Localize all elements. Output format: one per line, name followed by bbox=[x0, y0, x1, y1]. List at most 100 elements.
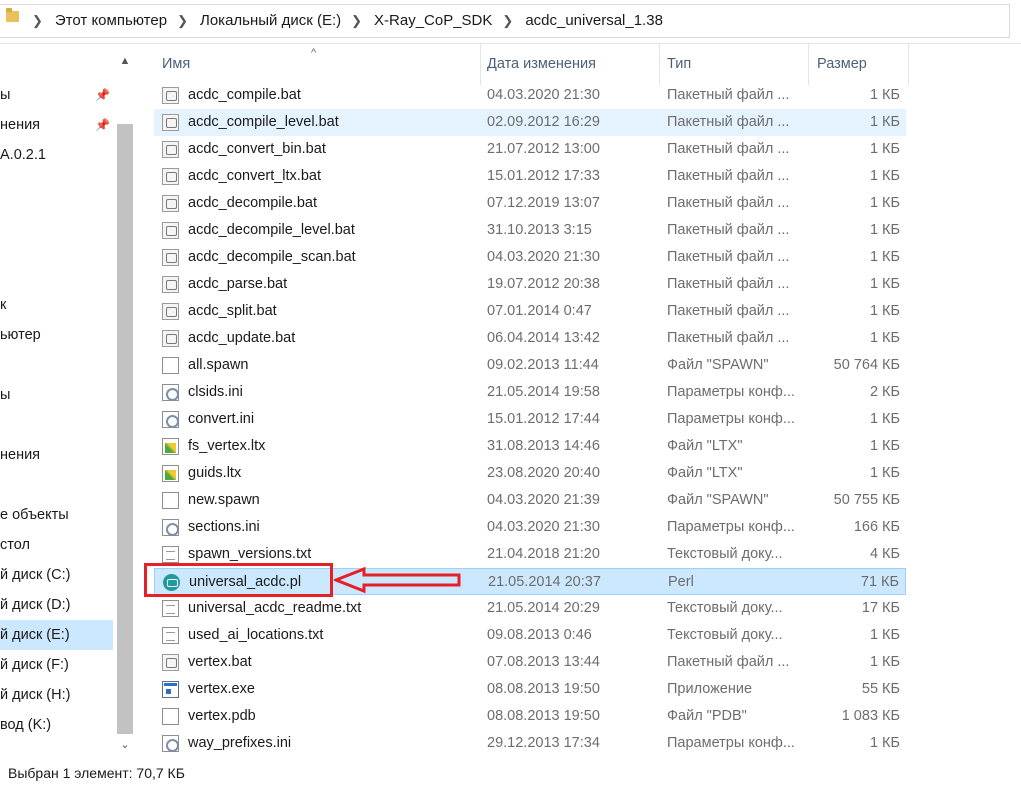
file-type: Пакетный файл ... bbox=[667, 168, 790, 184]
txt-file-icon bbox=[162, 546, 179, 563]
file-date: 02.09.2012 16:29 bbox=[487, 114, 600, 130]
nav-item[interactable]: й диск (C:) bbox=[0, 560, 113, 590]
file-date: 31.10.2013 3:15 bbox=[487, 222, 592, 238]
file-row[interactable]: way_prefixes.ini 29.12.2013 17:34 Параметр… bbox=[154, 730, 906, 757]
scrollbar-thumb[interactable] bbox=[117, 124, 133, 734]
pin-icon[interactable]: 📌 bbox=[95, 88, 110, 102]
file-name: acdc_update.bat bbox=[188, 330, 296, 346]
file-type: Пакетный файл ... bbox=[667, 141, 790, 157]
column-header-name[interactable]: Имя bbox=[154, 44, 481, 85]
file-date: 07.08.2013 13:44 bbox=[487, 654, 600, 670]
navigation-pane: ы 📌 нения 📌 A.0.2.1 к ьютер ы нения е объекты стол… bbox=[0, 44, 138, 760]
file-name: way_prefixes.ini bbox=[188, 735, 292, 751]
nav-item[interactable] bbox=[0, 200, 113, 230]
file-size: 1 КБ bbox=[869, 627, 900, 643]
file-name: acdc_split.bat bbox=[188, 303, 277, 319]
file-size: 1 КБ bbox=[869, 114, 900, 130]
file-name: convert.ini bbox=[188, 411, 255, 427]
breadcrumb-item[interactable]: Этот компьютер bbox=[55, 12, 167, 29]
bat-file-icon bbox=[162, 141, 179, 158]
file-size: 50 764 КБ bbox=[833, 357, 900, 373]
file-row[interactable]: universal_acdc_readme.txt 21.05.2014 20:2… bbox=[154, 595, 906, 622]
file-type: Пакетный файл ... bbox=[667, 114, 790, 130]
ini-file-icon bbox=[162, 384, 179, 401]
nav-item[interactable] bbox=[0, 410, 113, 440]
file-name: clsids.ini bbox=[188, 384, 243, 400]
nav-item[interactable]: ьютер bbox=[0, 320, 113, 350]
file-row[interactable]: guids.ltx 23.08.2020 20:40 Файл "LTX" 1 КБ bbox=[154, 460, 906, 487]
breadcrumb[interactable]: ❯ Этот компьютер ❯ Локальный диск (E:) ❯… bbox=[22, 12, 663, 29]
nav-item[interactable]: й диск (D:) bbox=[0, 590, 113, 620]
file-row[interactable]: acdc_update.bat 06.04.2014 13:42 Пакетный … bbox=[154, 325, 906, 352]
file-row[interactable]: acdc_convert_ltx.bat 15.01.2012 17:33 Паке… bbox=[154, 163, 906, 190]
file-row[interactable]: acdc_decompile_level.bat 31.10.2013 3:15 П… bbox=[154, 217, 906, 244]
nav-item[interactable]: й диск (F:) bbox=[0, 650, 113, 680]
ltx-file-icon bbox=[162, 465, 179, 482]
nav-item[interactable]: й диск (H:) bbox=[0, 680, 113, 710]
file-date: 31.08.2013 14:46 bbox=[487, 438, 600, 454]
file-name: acdc_convert_bin.bat bbox=[188, 141, 326, 157]
file-row[interactable]: sections.ini 04.03.2020 21:30 Параметры ко… bbox=[154, 514, 906, 541]
file-size: 1 КБ bbox=[869, 249, 900, 265]
file-type: Текстовый доку... bbox=[667, 600, 783, 616]
address-bar[interactable]: ❯ Этот компьютер ❯ Локальный диск (E:) ❯… bbox=[0, 0, 1021, 44]
file-date: 21.05.2014 19:58 bbox=[487, 384, 600, 400]
nav-scrollbar[interactable]: ▲ ⌄ bbox=[114, 44, 136, 760]
scroll-down-icon[interactable]: ⌄ bbox=[118, 738, 132, 752]
nav-item[interactable] bbox=[0, 350, 113, 380]
file-row[interactable]: acdc_decompile_scan.bat 04.03.2020 21:30 П… bbox=[154, 244, 906, 271]
chevron-right-icon[interactable]: ❯ bbox=[502, 13, 513, 29]
breadcrumb-item[interactable]: Локальный диск (E:) bbox=[200, 12, 341, 29]
file-row[interactable]: acdc_split.bat 07.01.2014 0:47 Пакетный фа… bbox=[154, 298, 906, 325]
file-name: vertex.exe bbox=[188, 681, 255, 697]
bat-file-icon bbox=[162, 222, 179, 239]
column-header-type[interactable]: Тип bbox=[659, 44, 809, 85]
nav-item[interactable]: нения bbox=[0, 440, 113, 470]
file-name: new.spawn bbox=[188, 492, 260, 508]
nav-item[interactable] bbox=[0, 230, 113, 260]
file-row[interactable]: vertex.exe 08.08.2013 19:50 Приложение 55 К… bbox=[154, 676, 906, 703]
chevron-right-icon[interactable]: ❯ bbox=[177, 13, 188, 29]
file-date: 09.02.2013 11:44 bbox=[487, 357, 599, 373]
ini-file-icon bbox=[162, 519, 179, 536]
file-row[interactable]: acdc_convert_bin.bat 21.07.2012 13:00 Паке… bbox=[154, 136, 906, 163]
column-headers: Имя Дата изменения Тип Размер bbox=[154, 44, 914, 85]
column-header-size[interactable]: Размер bbox=[809, 44, 909, 85]
file-type: Пакетный файл ... bbox=[667, 303, 790, 319]
column-header-date[interactable]: Дата изменения bbox=[479, 44, 660, 85]
scroll-up-icon[interactable]: ▲ bbox=[118, 54, 132, 68]
nav-item[interactable]: е объекты bbox=[0, 500, 113, 530]
chevron-right-icon[interactable]: ❯ bbox=[351, 13, 362, 29]
nav-item[interactable]: й диск (E:) bbox=[0, 620, 113, 650]
nav-item[interactable]: ы bbox=[0, 380, 113, 410]
file-row[interactable]: used_ai_locations.txt 09.08.2013 0:46 Текс… bbox=[154, 622, 906, 649]
highlight-box bbox=[144, 563, 333, 597]
breadcrumb-item[interactable]: X-Ray_CoP_SDK bbox=[374, 12, 492, 29]
file-row[interactable]: all.spawn 09.02.2013 11:44 Файл "SPAWN" 50 … bbox=[154, 352, 906, 379]
nav-item[interactable]: стол bbox=[0, 530, 113, 560]
file-row[interactable]: acdc_decompile.bat 07.12.2019 13:07 Пакетн… bbox=[154, 190, 906, 217]
file-name: acdc_decompile.bat bbox=[188, 195, 317, 211]
breadcrumb-item[interactable]: acdc_universal_1.38 bbox=[525, 12, 663, 29]
file-size: 1 КБ bbox=[869, 465, 900, 481]
nav-item[interactable]: к bbox=[0, 290, 113, 320]
file-name: vertex.pdb bbox=[188, 708, 256, 724]
file-row[interactable]: fs_vertex.ltx 31.08.2013 14:46 Файл "LTX" 1… bbox=[154, 433, 906, 460]
chevron-right-icon[interactable]: ❯ bbox=[32, 13, 43, 29]
file-type: Параметры конф... bbox=[667, 384, 795, 400]
nav-item[interactable] bbox=[0, 470, 113, 500]
file-row[interactable]: clsids.ini 21.05.2014 19:58 Параметры конф… bbox=[154, 379, 906, 406]
pin-icon[interactable]: 📌 bbox=[95, 118, 110, 132]
file-row[interactable]: acdc_compile.bat 04.03.2020 21:30 Пакетный… bbox=[154, 82, 906, 109]
nav-item[interactable]: A.0.2.1 bbox=[0, 140, 113, 170]
file-row[interactable]: new.spawn 04.03.2020 21:39 Файл "SPAWN" 50 … bbox=[154, 487, 906, 514]
nav-item[interactable] bbox=[0, 170, 113, 200]
nav-item[interactable]: вод (K:) bbox=[0, 710, 113, 740]
file-date: 21.05.2014 20:29 bbox=[487, 600, 600, 616]
file-row[interactable]: acdc_compile_level.bat 02.09.2012 16:29 Па… bbox=[154, 109, 906, 136]
file-row[interactable]: convert.ini 15.01.2012 17:44 Параметры кон… bbox=[154, 406, 906, 433]
nav-item[interactable] bbox=[0, 260, 113, 290]
file-row[interactable]: acdc_parse.bat 19.07.2012 20:38 Пакетный ф… bbox=[154, 271, 906, 298]
file-row[interactable]: vertex.pdb 08.08.2013 19:50 Файл "PDB" 1 08… bbox=[154, 703, 906, 730]
file-row[interactable]: vertex.bat 07.08.2013 13:44 Пакетный файл … bbox=[154, 649, 906, 676]
